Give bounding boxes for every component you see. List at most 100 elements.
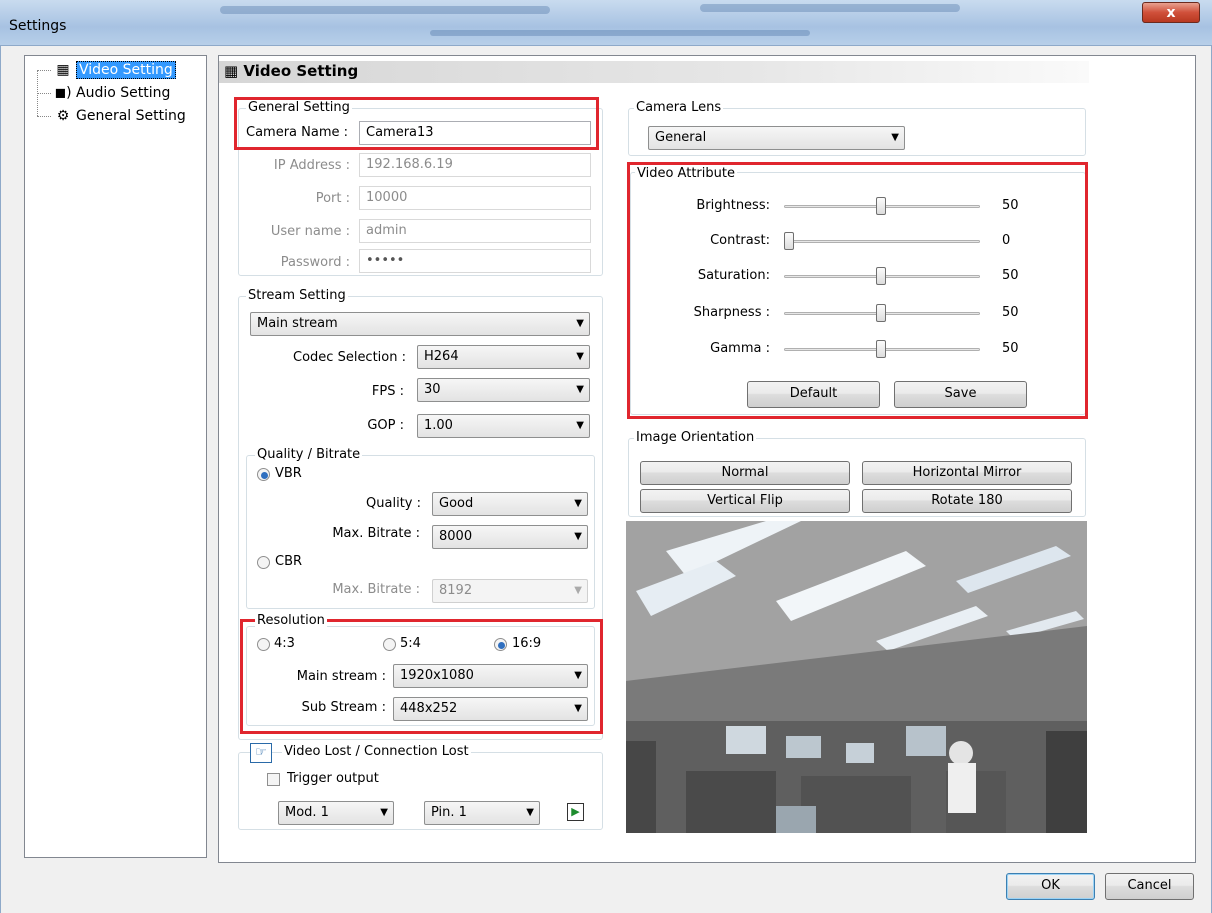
chevron-down-icon: ▼ xyxy=(526,807,534,818)
ratio-4-3-radio[interactable] xyxy=(257,638,270,651)
tree-item-general-setting[interactable]: ⚙ General Setting xyxy=(54,106,186,126)
sub-stream-resolution-value: 448x252 xyxy=(400,701,458,716)
attribute-slider-thumb[interactable] xyxy=(876,340,886,358)
attribute-value: 50 xyxy=(1002,341,1019,356)
tree-item-label: General Setting xyxy=(76,108,186,124)
image-orientation-label: Image Orientation xyxy=(634,430,757,445)
chevron-down-icon: ▼ xyxy=(576,384,584,395)
attribute-slider-track[interactable] xyxy=(784,240,980,243)
horizontal-mirror-button[interactable]: Horizontal Mirror xyxy=(862,461,1072,485)
vbr-radio[interactable] xyxy=(257,468,270,481)
ratio-16-9-radio[interactable] xyxy=(494,638,507,651)
mod-value: Mod. 1 xyxy=(285,805,329,820)
main-stream-resolution-select[interactable]: 1920x1080 ▼ xyxy=(393,664,588,688)
user-name-label: User name : xyxy=(270,224,350,239)
gop-value: 1.00 xyxy=(424,418,453,433)
attribute-value: 50 xyxy=(1002,198,1019,213)
mod-select[interactable]: Mod. 1 ▼ xyxy=(278,801,394,825)
attribute-value: 0 xyxy=(1002,233,1011,248)
main-stream-resolution-label: Main stream : xyxy=(296,669,386,684)
user-name-field[interactable]: admin xyxy=(359,219,591,243)
stream-setting-label: Stream Setting xyxy=(246,288,348,303)
default-button[interactable]: Default xyxy=(747,381,880,408)
normal-button[interactable]: Normal xyxy=(640,461,850,485)
camera-preview-image xyxy=(626,521,1087,833)
trigger-output-label: Trigger output xyxy=(287,771,379,786)
attribute-slider-thumb[interactable] xyxy=(876,304,886,322)
cbr-max-bitrate-value: 8192 xyxy=(439,583,473,598)
chevron-down-icon: ▼ xyxy=(574,670,582,681)
ratio-5-4-radio[interactable] xyxy=(383,638,396,651)
cbr-max-bitrate-select[interactable]: 8192 ▼ xyxy=(432,579,588,603)
chevron-down-icon: ▼ xyxy=(576,420,584,431)
tree-connector xyxy=(37,93,51,94)
cbr-radio[interactable] xyxy=(257,556,270,569)
codec-select[interactable]: H264 ▼ xyxy=(417,345,590,369)
ok-button[interactable]: OK xyxy=(1006,873,1095,900)
password-field[interactable]: ••••• xyxy=(359,249,591,273)
main-stream-resolution-value: 1920x1080 xyxy=(400,668,474,683)
chevron-down-icon: ▼ xyxy=(380,807,388,818)
window-title: Settings xyxy=(9,18,67,34)
play-icon[interactable]: ▶ xyxy=(567,803,584,821)
save-button[interactable]: Save xyxy=(894,381,1027,408)
rotate-180-button[interactable]: Rotate 180 xyxy=(862,489,1072,513)
attribute-label: Saturation: xyxy=(697,268,770,283)
vbr-label: VBR xyxy=(275,466,302,481)
tree-item-video-setting[interactable]: ▦ Video Setting xyxy=(54,60,176,80)
attribute-slider-thumb[interactable] xyxy=(876,197,886,215)
camera-name-label: Camera Name : xyxy=(246,125,349,140)
chevron-down-icon: ▼ xyxy=(576,318,584,329)
gop-select[interactable]: 1.00 ▼ xyxy=(417,414,590,438)
codec-label: Codec Selection : xyxy=(293,350,406,365)
fps-select[interactable]: 30 ▼ xyxy=(417,378,590,402)
codec-value: H264 xyxy=(424,349,459,364)
tree-connector xyxy=(37,70,51,71)
attribute-value: 50 xyxy=(1002,268,1019,283)
fps-value: 30 xyxy=(424,382,441,397)
vbr-max-bitrate-select[interactable]: 8000 ▼ xyxy=(432,525,588,549)
chevron-down-icon: ▼ xyxy=(891,132,899,143)
title-bar-decoration xyxy=(430,30,810,36)
chevron-down-icon: ▼ xyxy=(574,531,582,542)
trigger-output-checkbox[interactable] xyxy=(267,773,280,786)
attribute-value: 50 xyxy=(1002,305,1019,320)
ip-address-field[interactable]: 192.168.6.19 xyxy=(359,153,591,177)
ratio-4-3-label: 4:3 xyxy=(274,636,295,651)
attribute-label: Brightness: xyxy=(696,198,770,213)
chevron-down-icon: ▼ xyxy=(574,585,582,596)
video-attribute-label: Video Attribute xyxy=(635,166,737,181)
ratio-16-9-label: 16:9 xyxy=(512,636,542,651)
pin-value: Pin. 1 xyxy=(431,805,467,820)
pointing-hand-icon: ☞ xyxy=(250,743,272,763)
film-icon: ▦ xyxy=(224,62,239,80)
camera-lens-select[interactable]: General ▼ xyxy=(648,126,905,150)
tree-item-audio-setting[interactable]: ◼) Audio Setting xyxy=(54,83,170,103)
close-button[interactable]: x xyxy=(1142,2,1200,23)
pin-select[interactable]: Pin. 1 ▼ xyxy=(424,801,540,825)
cancel-button[interactable]: Cancel xyxy=(1105,873,1194,900)
gear-icon: ⚙ xyxy=(56,108,70,124)
quality-select[interactable]: Good ▼ xyxy=(432,492,588,516)
quality-bitrate-label: Quality / Bitrate xyxy=(255,447,363,462)
camera-lens-value: General xyxy=(655,130,707,145)
port-label: Port : xyxy=(315,191,350,206)
camera-name-field[interactable]: Camera13 xyxy=(359,121,591,145)
port-field[interactable]: 10000 xyxy=(359,186,591,210)
tree-item-label: Video Setting xyxy=(76,61,176,79)
page-title-text: Video Setting xyxy=(243,62,359,80)
film-icon: ▦ xyxy=(56,62,70,78)
ip-address-label: IP Address : xyxy=(273,158,350,173)
camera-lens-label: Camera Lens xyxy=(634,100,724,115)
password-label: Password : xyxy=(280,255,350,270)
attribute-slider-thumb[interactable] xyxy=(784,232,794,250)
title-bar-decoration xyxy=(220,6,550,14)
sub-stream-resolution-select[interactable]: 448x252 ▼ xyxy=(393,697,588,721)
chevron-down-icon: ▼ xyxy=(574,498,582,509)
attribute-slider-thumb[interactable] xyxy=(876,267,886,285)
resolution-label: Resolution xyxy=(255,613,327,628)
speaker-icon: ◼) xyxy=(54,85,72,101)
ratio-5-4-label: 5:4 xyxy=(400,636,421,651)
vertical-flip-button[interactable]: Vertical Flip xyxy=(640,489,850,513)
stream-select[interactable]: Main stream ▼ xyxy=(250,312,590,336)
